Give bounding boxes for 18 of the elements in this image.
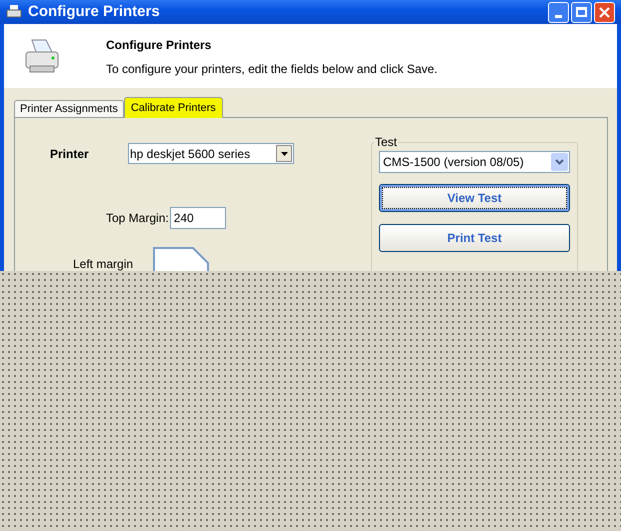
tab[interactable]: Calibrate Printers bbox=[124, 97, 223, 118]
close-icon bbox=[599, 6, 610, 18]
header-title: Configure Printers bbox=[106, 37, 212, 54]
field-label: Top Margin: bbox=[106, 210, 169, 227]
minimize-button[interactable] bbox=[548, 2, 569, 22]
test-button[interactable]: Print Test bbox=[379, 224, 570, 252]
close-button[interactable] bbox=[594, 2, 615, 22]
maximize-button[interactable] bbox=[571, 2, 592, 22]
tab[interactable]: Printer Assignments bbox=[14, 100, 124, 118]
window-title: Configure Printers bbox=[28, 2, 161, 22]
test-dropdown[interactable]: CMS-1500 (version 08/05) bbox=[379, 151, 570, 173]
test-button[interactable]: View Test bbox=[379, 184, 570, 212]
header-description: To configure your printers, edit the fields below and click Save. bbox=[106, 61, 438, 78]
top-margin-field[interactable]: 240 bbox=[170, 207, 226, 229]
printer-dropdown[interactable]: hp deskjet 5600 series bbox=[128, 143, 294, 164]
field-label: Left margin bbox=[73, 256, 134, 273]
printer-icon bbox=[6, 5, 22, 19]
field-label: Printer bbox=[50, 146, 90, 162]
